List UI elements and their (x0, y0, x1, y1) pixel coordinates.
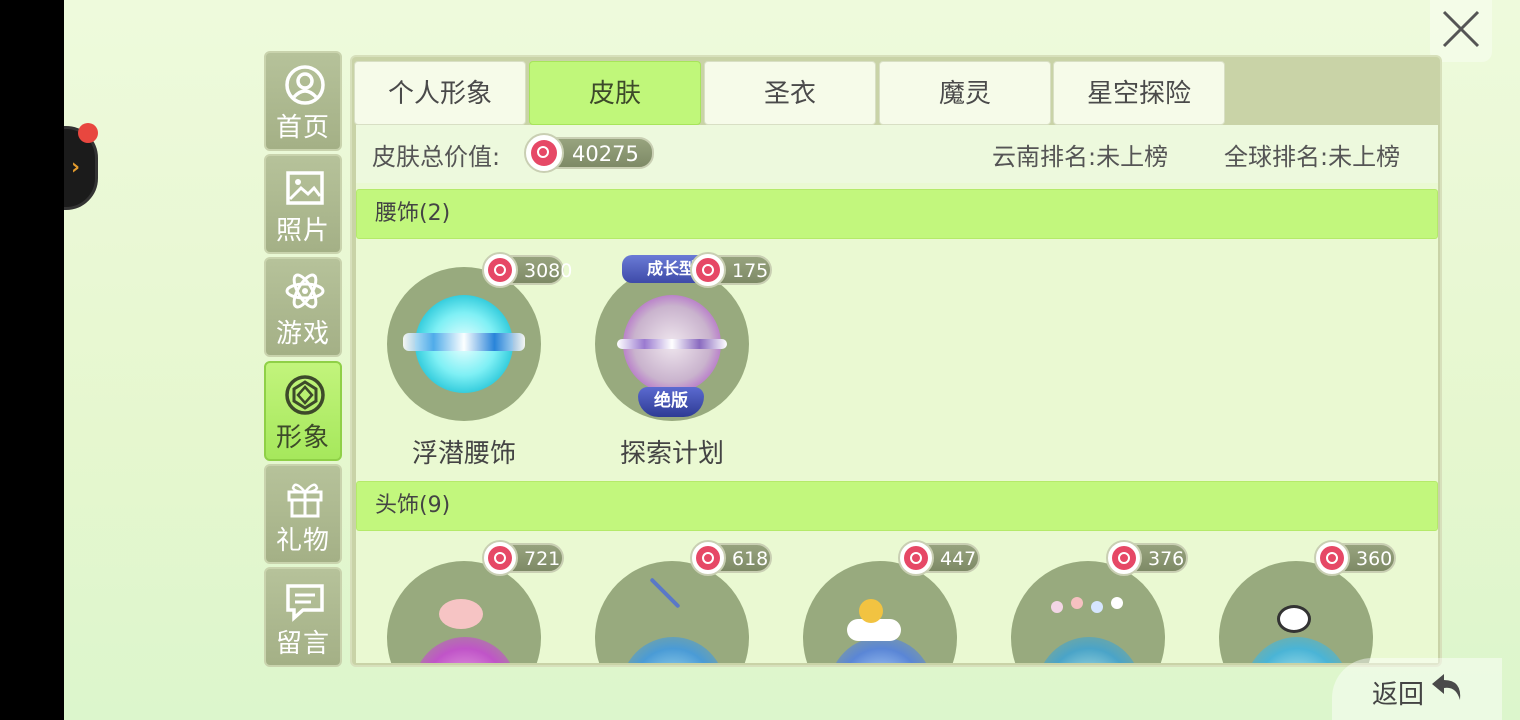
item-thumbnail (387, 561, 541, 663)
candy-currency-icon (898, 540, 934, 576)
nav-item-home[interactable]: 首页 (264, 51, 342, 151)
tab-spirits[interactable]: 魔灵 (879, 61, 1051, 125)
item-price-badge: 618 (690, 540, 772, 576)
nav-item-label: 礼物 (275, 526, 330, 556)
notification-dot (78, 123, 98, 143)
item-price-badge: 3080 (482, 252, 572, 288)
total-value-badge: 40275 (524, 133, 654, 173)
item-thumbnail (1219, 561, 1373, 663)
nav-item-label: 首页 (275, 113, 330, 143)
nav-item-label: 游戏 (275, 319, 330, 349)
skin-item[interactable]: 360 (1188, 540, 1398, 663)
tab-star-adventure[interactable]: 星空探险 (1053, 61, 1225, 125)
item-price: 376 (1148, 548, 1185, 570)
gem-icon (285, 375, 325, 415)
limited-badge: 绝版 (638, 387, 704, 417)
item-price: 175 (732, 260, 769, 282)
candy-currency-icon (482, 252, 518, 288)
nav-item-avatar[interactable]: 形象 (264, 361, 342, 461)
back-button[interactable]: 返回 (1332, 658, 1502, 720)
skin-item[interactable]: 721 (356, 540, 566, 663)
skins-content[interactable]: 皮肤总价值: 40275 云南排名:未上榜 全球排名:未上榜 腰饰(2) 308… (356, 125, 1438, 663)
skin-item[interactable]: 376 (980, 540, 1190, 663)
item-thumbnail (1011, 561, 1165, 663)
item-name: 探索计划 (619, 439, 724, 469)
close-button[interactable] (1430, 0, 1492, 62)
nav-item-label: 照片 (275, 216, 330, 246)
item-price: 447 (940, 548, 977, 570)
nav-item-label: 留言 (275, 629, 330, 659)
candy-currency-icon (1314, 540, 1350, 576)
image-icon (286, 171, 324, 205)
item-thumbnail (387, 267, 541, 421)
item-price-badge: 376 (1106, 540, 1188, 576)
section-header-head: 头饰(9) (356, 481, 1438, 531)
item-thumbnail (803, 561, 957, 663)
item-price-badge: 447 (898, 540, 980, 576)
total-value: 40275 (572, 142, 639, 166)
gift-icon (287, 483, 323, 518)
item-price: 721 (524, 548, 561, 570)
section-header-waist: 腰饰(2) (356, 189, 1438, 239)
item-name: 浮潜腰饰 (411, 439, 516, 469)
tab-armor[interactable]: 圣衣 (704, 61, 876, 125)
candy-currency-icon (1106, 540, 1142, 576)
skin-item[interactable]: 447 (772, 540, 982, 663)
close-icon (1442, 10, 1480, 48)
message-icon (286, 584, 324, 622)
tab-profile[interactable]: 个人形象 (354, 61, 526, 125)
app-screen: › 首页 照片 游戏 形象 礼物 留言 个人形象 皮肤 圣衣 魔灵 星空探险 皮… (64, 0, 1520, 720)
skin-item[interactable]: 成长型 绝版 175 探索计划 (564, 252, 774, 469)
item-price: 618 (732, 548, 769, 570)
candy-currency-icon (690, 252, 726, 288)
nav-item-games[interactable]: 游戏 (264, 257, 342, 357)
main-panel: 个人形象 皮肤 圣衣 魔灵 星空探险 皮肤总价值: 40275 云南排名:未上榜… (350, 55, 1442, 667)
candy-currency-icon (482, 540, 518, 576)
nav-item-messages[interactable]: 留言 (264, 567, 342, 667)
region-rank: 云南排名:未上榜 (992, 143, 1169, 171)
return-arrow-icon (1432, 674, 1461, 700)
item-price-badge: 360 (1314, 540, 1396, 576)
chevron-right-icon: › (71, 155, 81, 180)
skin-summary-bar: 皮肤总价值: 40275 云南排名:未上榜 全球排名:未上榜 (356, 125, 1438, 183)
nav-item-photos[interactable]: 照片 (264, 154, 342, 254)
nav-item-label: 形象 (275, 423, 330, 453)
candy-currency-icon (524, 133, 564, 173)
tab-skins[interactable]: 皮肤 (529, 61, 701, 125)
atom-icon (285, 273, 325, 309)
back-label: 返回 (1372, 680, 1425, 710)
item-thumbnail (595, 561, 749, 663)
item-price: 360 (1356, 548, 1393, 570)
item-price-badge: 175 (690, 252, 772, 288)
global-rank: 全球排名:未上榜 (1224, 143, 1401, 171)
skin-item[interactable]: 618 (564, 540, 774, 663)
skin-item[interactable]: 3080 浮潜腰饰 (356, 252, 572, 469)
total-value-label: 皮肤总价值: (372, 143, 501, 171)
item-price-badge: 721 (482, 540, 564, 576)
candy-currency-icon (690, 540, 726, 576)
nav-item-gifts[interactable]: 礼物 (264, 464, 342, 564)
user-circle-icon (285, 65, 325, 105)
